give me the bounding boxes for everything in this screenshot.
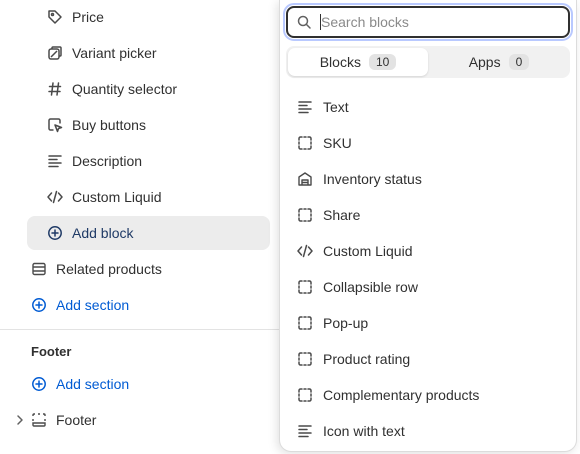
tab-label: Apps — [468, 54, 501, 70]
block-item-custom-liquid[interactable]: Custom Liquid — [46, 180, 162, 214]
option-label: Complementary products — [323, 387, 480, 403]
footer-group-title: Footer — [31, 344, 72, 359]
cursor-click-icon — [46, 116, 64, 134]
section-item-related-products[interactable]: Related products — [30, 252, 162, 286]
block-option-collapsible-row[interactable]: Collapsible row — [296, 269, 566, 305]
block-label: Variant picker — [72, 45, 157, 61]
add-section-label: Add section — [56, 376, 130, 392]
count-badge: 0 — [508, 54, 530, 70]
block-item-description[interactable]: Description — [46, 144, 142, 178]
block-option-product-rating[interactable]: Product rating — [296, 341, 566, 377]
option-label: Icon with text — [323, 423, 405, 439]
hash-icon — [46, 80, 64, 98]
tab-apps[interactable]: Apps 0 — [430, 48, 568, 76]
plus-circle-icon — [46, 224, 64, 242]
code-icon — [46, 188, 64, 206]
text-lines-icon — [46, 152, 64, 170]
section-label: Footer — [56, 412, 97, 428]
dashed-square-icon — [296, 386, 314, 404]
dashed-square-icon — [296, 314, 314, 332]
block-label: Price — [72, 9, 104, 25]
plus-circle-icon — [30, 296, 48, 314]
option-label: Product rating — [323, 351, 411, 367]
search-input[interactable] — [321, 14, 568, 30]
add-block-button[interactable]: Add block — [46, 216, 133, 250]
dashed-square-icon — [296, 206, 314, 224]
block-label: Buy buttons — [72, 117, 146, 133]
text-lines-icon — [296, 98, 314, 116]
plus-circle-icon — [30, 375, 48, 393]
option-label: Text — [323, 99, 349, 115]
block-option-icon-with-text[interactable]: Icon with text — [296, 413, 566, 449]
dashed-square-icon — [296, 278, 314, 296]
add-section-label: Add section — [56, 297, 130, 313]
dashed-layout-icon — [30, 411, 48, 429]
variant-icon — [46, 44, 64, 62]
block-item-quantity-selector[interactable]: Quantity selector — [46, 72, 177, 106]
section-label: Related products — [56, 261, 162, 277]
tab-label: Blocks — [319, 54, 361, 70]
block-item-price[interactable]: Price — [46, 0, 104, 34]
search-field[interactable] — [283, 3, 573, 41]
block-option-custom-liquid[interactable]: Custom Liquid — [296, 233, 566, 269]
block-option-sku[interactable]: SKU — [296, 125, 566, 161]
section-item-footer[interactable]: Footer — [30, 403, 96, 437]
option-label: SKU — [323, 135, 352, 151]
search-icon — [296, 14, 314, 30]
price-tag-icon — [46, 8, 64, 26]
option-label: Share — [323, 207, 361, 223]
dashed-square-icon — [296, 350, 314, 368]
option-label: Custom Liquid — [323, 243, 413, 259]
block-option-inventory-status[interactable]: Inventory status — [296, 161, 566, 197]
tab-blocks[interactable]: Blocks 10 — [288, 48, 428, 76]
warehouse-icon — [296, 170, 314, 188]
footer-add-section-button[interactable]: Add section — [30, 367, 129, 401]
theme-sections-sidebar: Price Variant picker Quantity selector B… — [0, 0, 285, 454]
add-block-label: Add block — [72, 225, 134, 241]
block-label: Quantity selector — [72, 81, 178, 97]
count-badge: 10 — [368, 54, 397, 70]
block-option-text[interactable]: Text — [296, 89, 566, 125]
option-label: Inventory status — [323, 171, 422, 187]
block-option-share[interactable]: Share — [296, 197, 566, 233]
tab-switcher: Blocks 10 Apps 0 — [286, 46, 570, 78]
add-section-button[interactable]: Add section — [30, 288, 129, 322]
section-divider — [0, 329, 280, 330]
section-layout-icon — [30, 260, 48, 278]
block-item-buy-buttons[interactable]: Buy buttons — [46, 108, 146, 142]
block-option-pop-up[interactable]: Pop-up — [296, 305, 566, 341]
block-item-variant-picker[interactable]: Variant picker — [46, 36, 157, 70]
block-picker-popover: Blocks 10 Apps 0 Text SKU Inventory stat… — [279, 0, 577, 452]
block-label: Description — [72, 153, 143, 169]
option-label: Pop-up — [323, 315, 369, 331]
block-option-complementary-products[interactable]: Complementary products — [296, 377, 566, 413]
code-icon — [296, 242, 314, 260]
chevron-right-icon[interactable] — [14, 413, 26, 427]
option-label: Collapsible row — [323, 279, 418, 295]
block-label: Custom Liquid — [72, 189, 162, 205]
dashed-square-icon — [296, 134, 314, 152]
text-lines-icon — [296, 422, 314, 440]
